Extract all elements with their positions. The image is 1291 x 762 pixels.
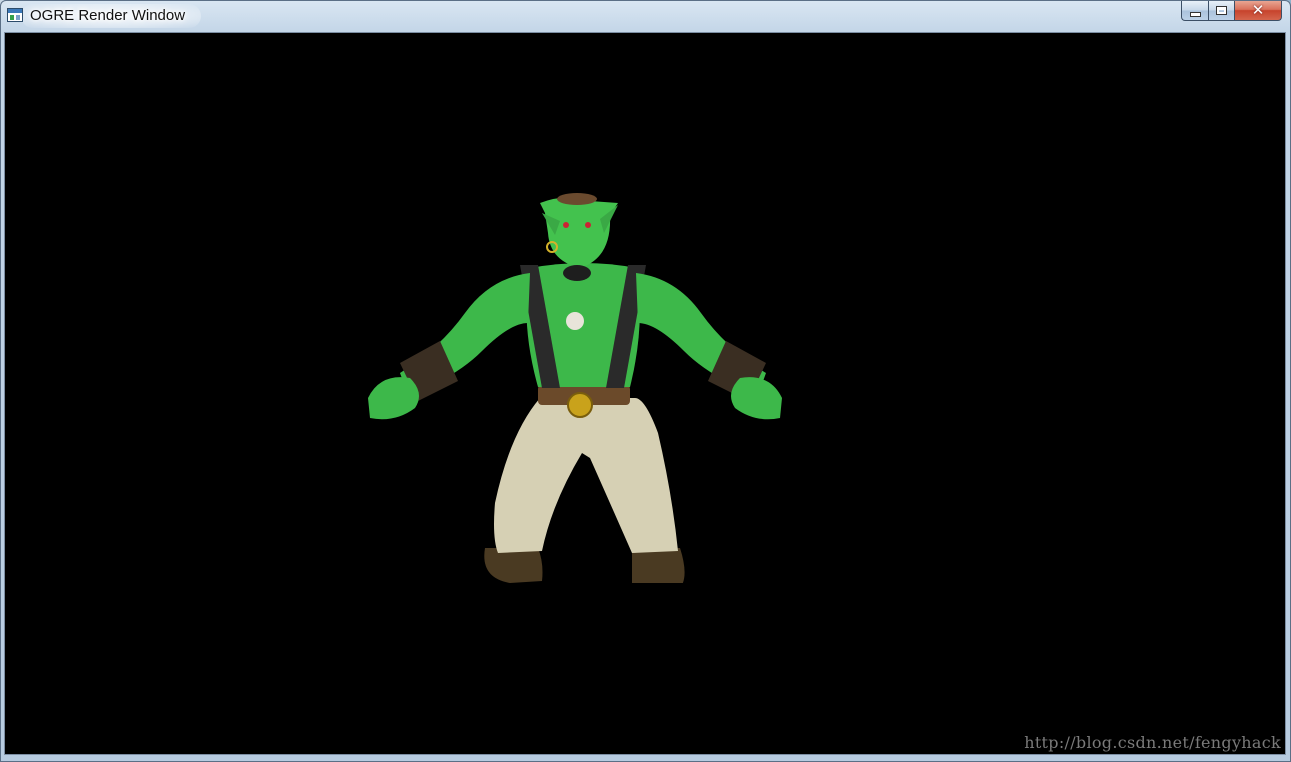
headband xyxy=(557,193,597,205)
render-viewport[interactable]: http://blog.csdn.net/fengyhack xyxy=(4,32,1286,755)
minimize-icon xyxy=(1189,12,1201,17)
right-boot xyxy=(632,548,685,583)
orc-character-model xyxy=(368,193,782,583)
ogre-app-icon[interactable] xyxy=(7,8,23,22)
right-eye xyxy=(585,222,591,228)
ogre-render-window: OGRE Render Window ✕ http://blog.csdn.ne… xyxy=(0,0,1291,762)
maximize-button[interactable] xyxy=(1208,1,1234,21)
maximize-icon xyxy=(1216,6,1227,15)
belt-buckle xyxy=(567,392,593,418)
skull-pendant xyxy=(566,312,584,330)
beard xyxy=(563,265,591,281)
left-boot xyxy=(484,548,543,583)
close-icon: ✕ xyxy=(1251,1,1265,19)
left-hand xyxy=(368,377,419,420)
left-eye xyxy=(563,222,569,228)
trousers xyxy=(494,398,678,553)
window-title: OGRE Render Window xyxy=(30,7,186,24)
close-button[interactable]: ✕ xyxy=(1234,1,1282,21)
minimize-button[interactable] xyxy=(1181,1,1208,21)
right-hand xyxy=(731,377,782,420)
caption-buttons: ✕ xyxy=(1181,1,1282,22)
title-bar[interactable]: OGRE Render Window ✕ xyxy=(1,1,1290,32)
head xyxy=(540,197,618,268)
watermark-url: http://blog.csdn.net/fengyhack xyxy=(1024,733,1281,752)
